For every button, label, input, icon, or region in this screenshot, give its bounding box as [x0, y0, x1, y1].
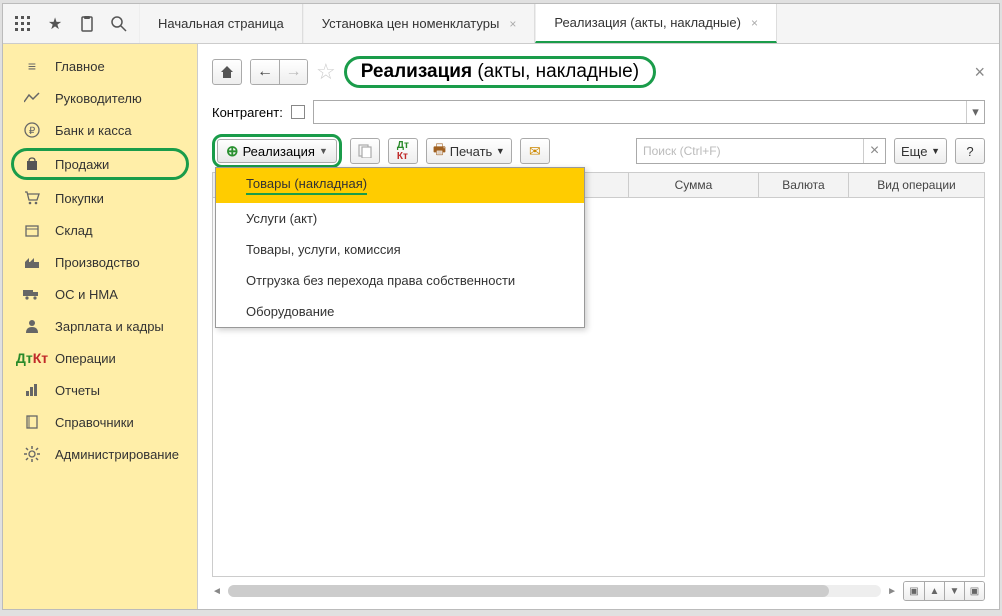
printer-icon: 🖶 — [433, 139, 446, 163]
search-input[interactable] — [637, 139, 863, 163]
dtkt-button[interactable]: ДтКт — [388, 138, 418, 164]
cart-icon — [23, 189, 41, 207]
book-icon — [23, 413, 41, 431]
realization-button[interactable]: ⊕ Реализация ▼ — [217, 139, 337, 163]
apps-icon[interactable] — [9, 10, 37, 38]
scroll-up-button[interactable]: ▲ — [924, 582, 944, 600]
close-icon[interactable]: × — [509, 17, 516, 31]
table-column-sum[interactable]: Сумма — [629, 173, 759, 197]
sidebar-item-admin[interactable]: Администрирование — [3, 438, 197, 470]
svg-text:₽: ₽ — [29, 126, 36, 137]
tab-realization[interactable]: Реализация (акты, накладные)× — [535, 4, 777, 43]
bag-icon — [23, 155, 41, 173]
contractor-field[interactable] — [314, 101, 966, 123]
sidebar-item-purchases[interactable]: Покупки — [3, 182, 197, 214]
sidebar-item-directories[interactable]: Справочники — [3, 406, 197, 438]
bars-icon — [23, 381, 41, 399]
close-icon[interactable]: × — [751, 16, 758, 30]
chart-icon — [23, 89, 41, 107]
help-button[interactable]: ? — [955, 138, 985, 164]
search-box[interactable]: × — [636, 138, 886, 164]
sidebar-item-manager[interactable]: Руководителю — [3, 82, 197, 114]
favorite-star-icon[interactable]: ☆ — [316, 59, 336, 85]
envelope-icon: ✉ — [529, 143, 541, 160]
search-icon[interactable] — [105, 10, 133, 38]
chevron-down-icon[interactable]: ▾ — [966, 101, 984, 123]
sidebar-item-operations[interactable]: ДтКтОперации — [3, 342, 197, 374]
dropdown-item-goods-invoice[interactable]: Товары (накладная) — [216, 168, 584, 203]
clipboard-icon[interactable] — [73, 10, 101, 38]
sidebar-item-hr[interactable]: Зарплата и кадры — [3, 310, 197, 342]
close-page-button[interactable]: × — [974, 62, 985, 83]
sidebar-item-assets[interactable]: ОС и НМА — [3, 278, 197, 310]
contractor-checkbox[interactable] — [291, 105, 305, 119]
page-title: Реализация (акты, накладные) — [344, 56, 656, 88]
forward-button[interactable]: → — [279, 60, 307, 84]
scroll-first-button[interactable]: ▣ — [904, 582, 924, 600]
scroll-down-button[interactable]: ▼ — [944, 582, 964, 600]
sidebar-item-main[interactable]: ≡Главное — [3, 50, 197, 82]
sidebar-item-warehouse[interactable]: Склад — [3, 214, 197, 246]
print-button[interactable]: 🖶 Печать ▼ — [426, 138, 512, 164]
mail-button[interactable]: ✉ — [520, 138, 550, 164]
box-icon — [23, 221, 41, 239]
realization-dropdown: Товары (накладная) Услуги (акт) Товары, … — [215, 167, 585, 328]
factory-icon — [23, 253, 41, 271]
truck-icon — [23, 285, 41, 303]
top-bar: ★ Начальная страница Установка цен номен… — [3, 4, 999, 44]
table-column-operation[interactable]: Вид операции — [849, 173, 984, 197]
clear-search-button[interactable]: × — [863, 139, 885, 163]
sidebar-item-production[interactable]: Производство — [3, 246, 197, 278]
menu-icon: ≡ — [23, 57, 41, 75]
dropdown-item-goods-services-commission[interactable]: Товары, услуги, комиссия — [216, 234, 584, 265]
back-button[interactable]: ← — [251, 60, 279, 84]
gear-icon — [23, 445, 41, 463]
filter-label: Контрагент: — [212, 105, 283, 120]
dropdown-item-services[interactable]: Услуги (акт) — [216, 203, 584, 234]
more-button[interactable]: Еще ▼ — [894, 138, 947, 164]
plus-icon: ⊕ — [226, 142, 239, 160]
ruble-icon: ₽ — [23, 121, 41, 139]
horizontal-scrollbar[interactable] — [228, 585, 881, 597]
chevron-down-icon: ▼ — [319, 146, 328, 156]
main-panel: ← → ☆ Реализация (акты, накладные) × Кон… — [198, 44, 999, 609]
star-icon[interactable]: ★ — [41, 10, 69, 38]
dtkt-icon: ДтКт — [23, 349, 41, 367]
tab-home[interactable]: Начальная страница — [139, 4, 303, 43]
sidebar: ≡Главное Руководителю ₽Банк и касса Прод… — [3, 44, 198, 609]
copy-button[interactable] — [350, 138, 380, 164]
tab-prices[interactable]: Установка цен номенклатуры× — [303, 4, 536, 43]
scroll-last-button[interactable]: ▣ — [964, 582, 984, 600]
dropdown-item-shipment-no-transfer[interactable]: Отгрузка без перехода права собственност… — [216, 265, 584, 296]
sidebar-item-sales[interactable]: Продажи — [11, 148, 189, 180]
person-icon — [23, 317, 41, 335]
dropdown-item-equipment[interactable]: Оборудование — [216, 296, 584, 327]
home-button[interactable] — [212, 59, 242, 85]
contractor-input[interactable]: ▾ — [313, 100, 985, 124]
sidebar-item-reports[interactable]: Отчеты — [3, 374, 197, 406]
table-column-currency[interactable]: Валюта — [759, 173, 849, 197]
sidebar-item-bank[interactable]: ₽Банк и касса — [3, 114, 197, 146]
